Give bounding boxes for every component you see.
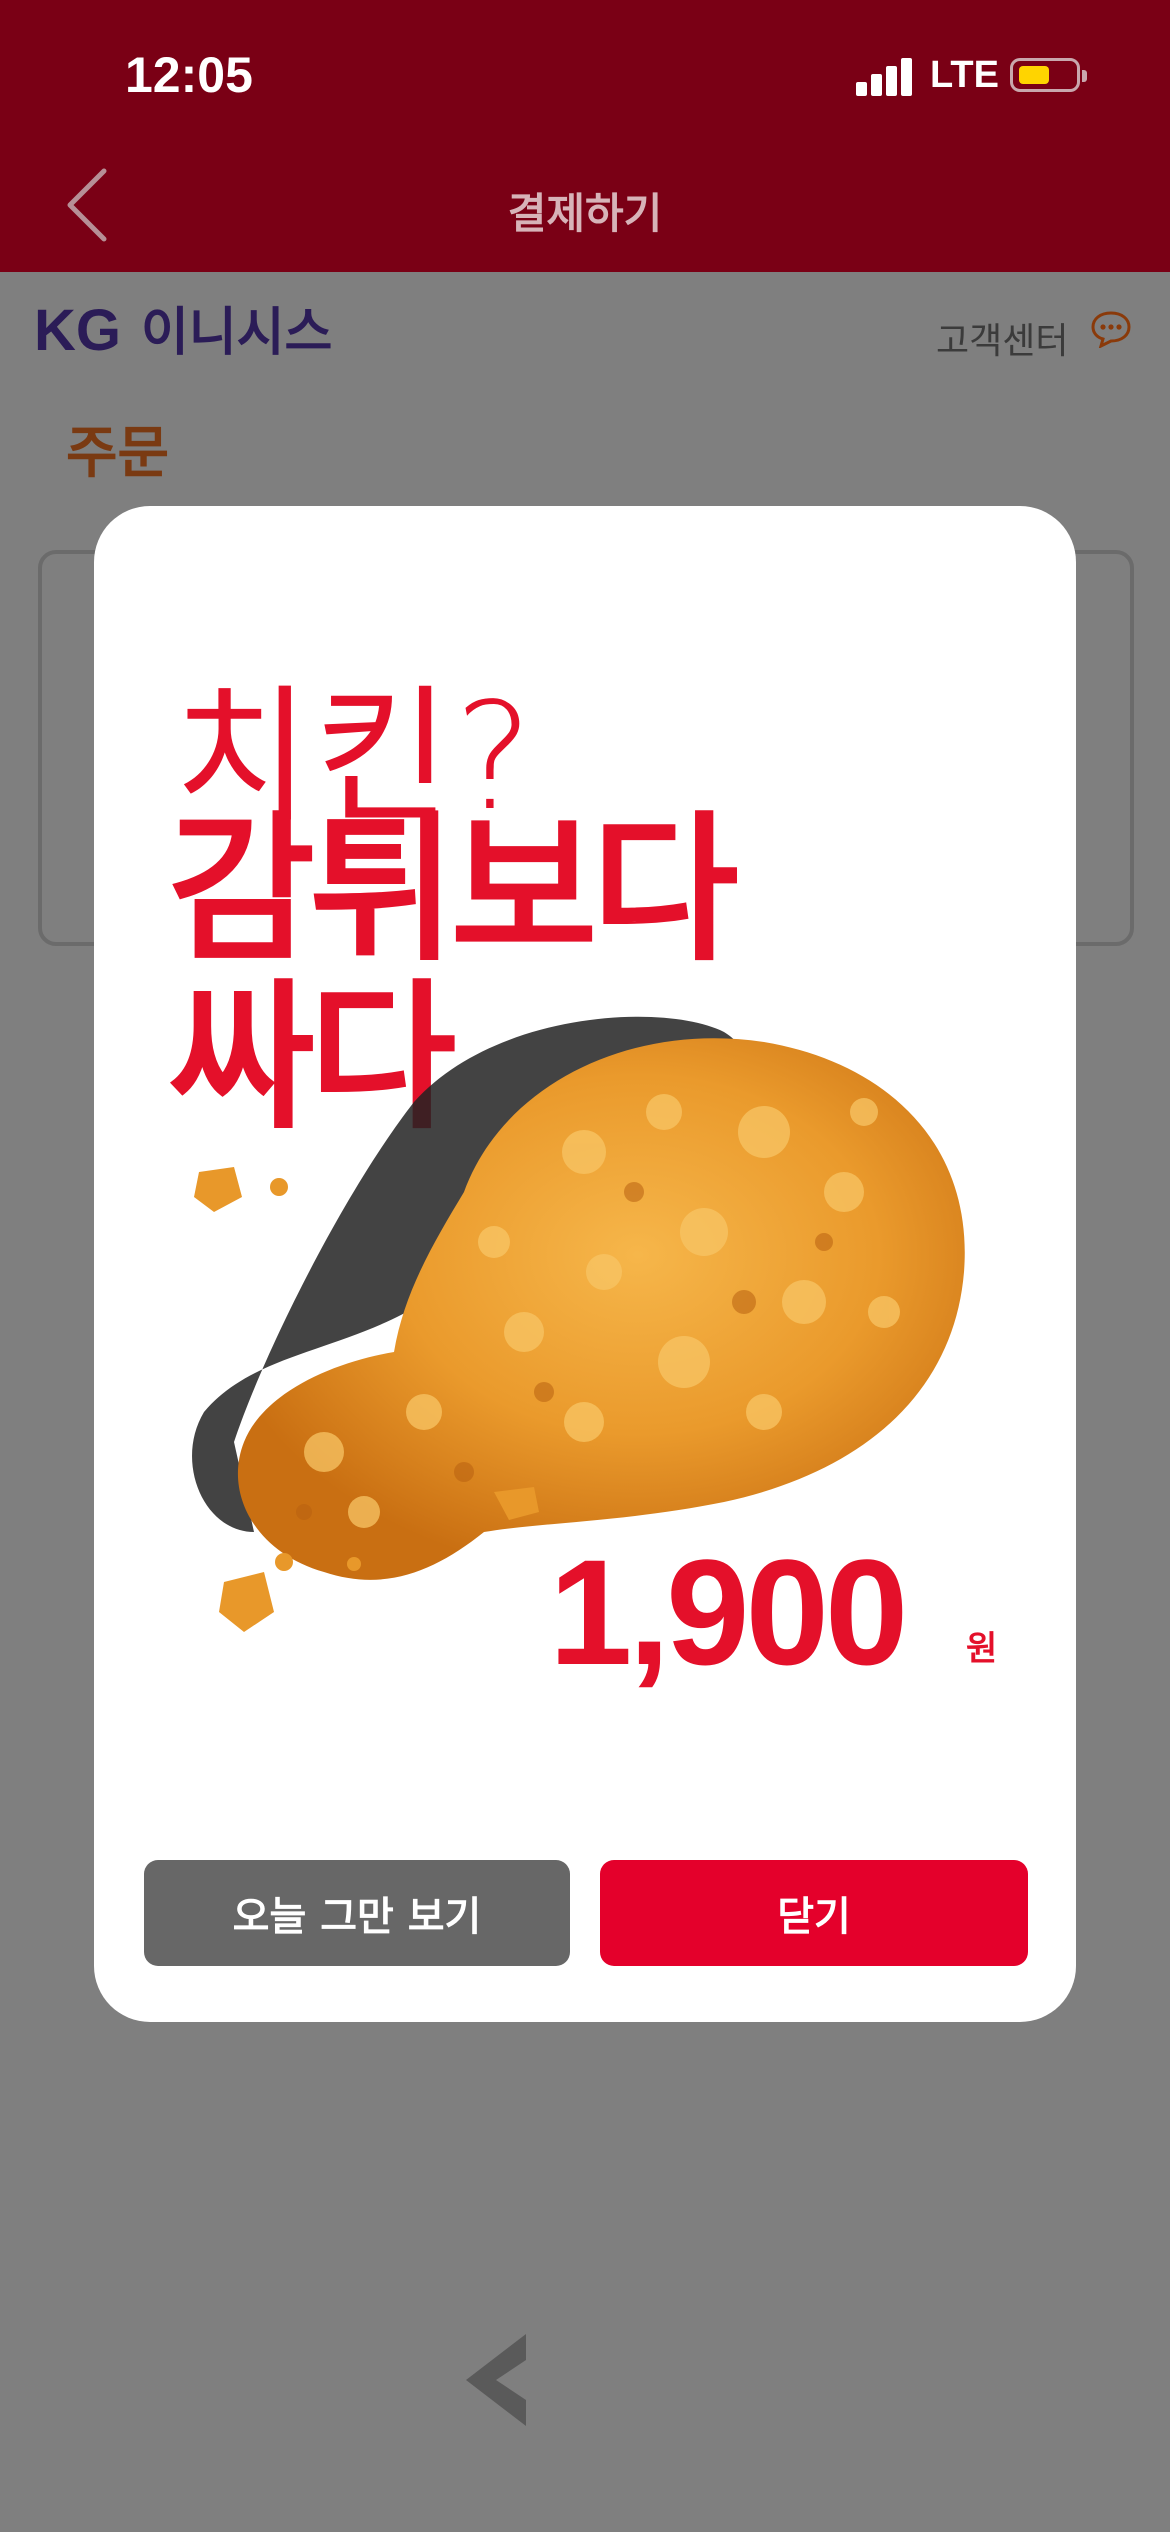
back-arrow-icon[interactable] [462, 2330, 530, 2430]
kg-inicis-logo: KG 이니시스 [34, 290, 332, 365]
page-title: 결제하기 [507, 189, 663, 238]
logo-en: KG [34, 298, 121, 363]
battery-icon [1010, 58, 1087, 92]
chat-bubble-icon[interactable] [1090, 310, 1132, 348]
customer-center-link[interactable]: 고객센터 [936, 312, 1068, 364]
hide-today-button[interactable]: 오늘 그만 보기 [144, 1860, 570, 1966]
top-bar: 12:05 LTE 결제하기 [0, 0, 1170, 272]
promo-price-unit: 원 [966, 1629, 998, 1669]
network-type: LTE [930, 54, 999, 96]
logo-kr: 이니시스 [141, 304, 333, 362]
signal-icon [856, 58, 916, 96]
promo-modal: 치킨? 감튀보다 싸다 1,900 원 오늘 그만 보기 닫기 [94, 506, 1076, 2022]
promo-price: 1,900 [549, 1528, 908, 1696]
ad-headline-line1: 감튀보다 [168, 796, 739, 983]
close-button[interactable]: 닫기 [600, 1860, 1028, 1966]
order-section-title: 주문 [66, 421, 170, 486]
status-time: 12:05 [125, 47, 253, 103]
